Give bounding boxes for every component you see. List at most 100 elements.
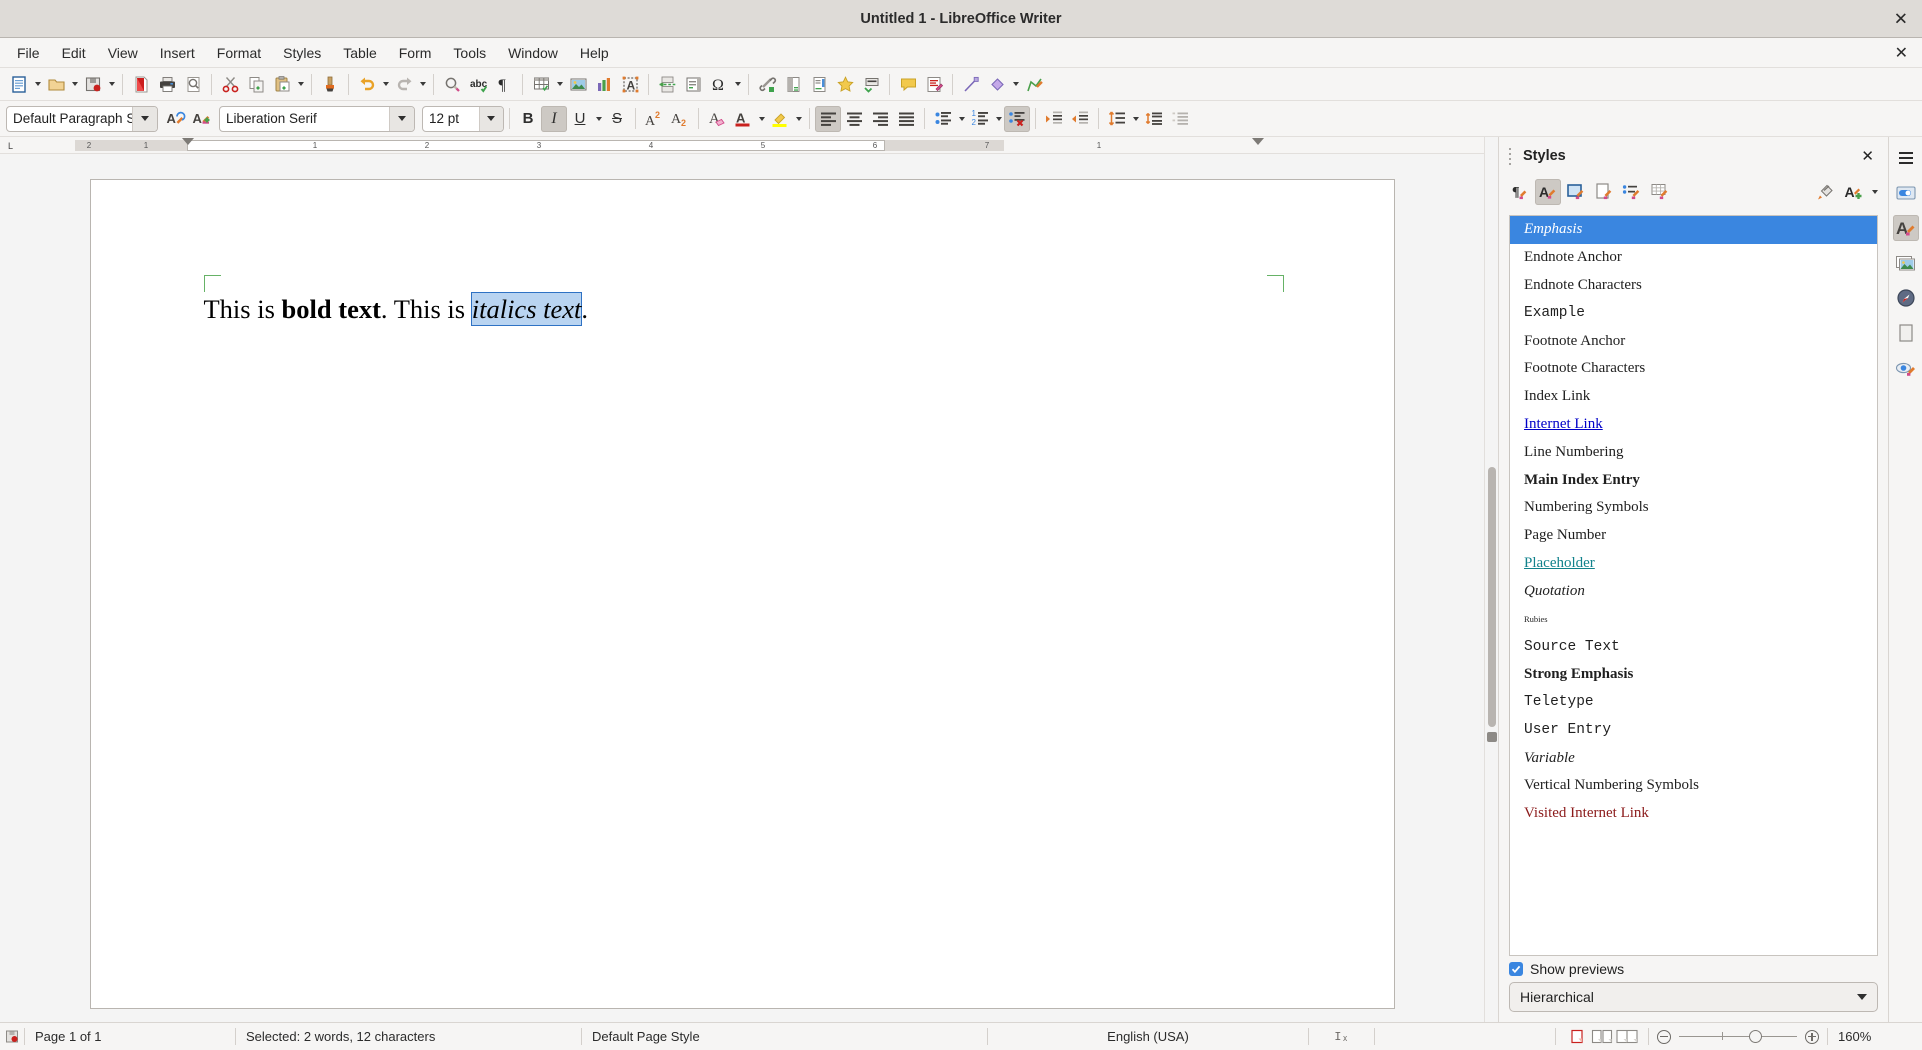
menu-item-edit[interactable]: Edit	[51, 41, 97, 65]
fill-format-mode-icon[interactable]	[1813, 179, 1839, 205]
insert-table-icon[interactable]	[528, 71, 554, 97]
font-color-icon[interactable]: A	[730, 106, 756, 132]
paragraph-style-value[interactable]: Default Paragraph Styl	[7, 107, 132, 131]
zoom-track[interactable]	[1679, 1036, 1797, 1037]
sidebar-settings-icon[interactable]	[1893, 145, 1919, 171]
subscript-icon[interactable]: A 2	[667, 106, 693, 132]
unordered-list-dropdown-chevron-down-icon[interactable]	[956, 106, 967, 132]
styles-deck-icon[interactable]: A	[1893, 215, 1919, 241]
menu-item-styles[interactable]: Styles	[272, 41, 332, 65]
align-left-icon[interactable]	[815, 106, 841, 132]
menu-item-view[interactable]: View	[97, 41, 149, 65]
menu-item-help[interactable]: Help	[569, 41, 620, 65]
page-styles-icon[interactable]	[1591, 179, 1617, 205]
insert-chart-icon[interactable]	[591, 71, 617, 97]
gallery-deck-icon[interactable]	[1893, 250, 1919, 276]
menu-item-table[interactable]: Table	[332, 41, 387, 65]
formatting-marks-icon[interactable]: ¶	[491, 71, 517, 97]
font-name-combobox[interactable]: Liberation Serif	[219, 106, 415, 132]
styles-actions-chevron-down-icon[interactable]	[1869, 179, 1880, 205]
increase-indent-icon[interactable]	[1041, 106, 1067, 132]
styles-panel-close-icon[interactable]: ✕	[1857, 145, 1878, 167]
style-list-item-page-number[interactable]: Page Number	[1510, 522, 1877, 550]
paste-icon[interactable]	[269, 71, 295, 97]
align-right-icon[interactable]	[867, 106, 893, 132]
insert-comment-icon[interactable]	[895, 71, 921, 97]
save-icon[interactable]	[80, 71, 106, 97]
underline-dropdown-chevron-down-icon[interactable]	[593, 106, 604, 132]
decrease-indent-icon[interactable]	[1067, 106, 1093, 132]
font-size-combobox[interactable]: 12 pt	[422, 106, 504, 132]
style-list-item-main-index-entry[interactable]: Main Index Entry	[1510, 466, 1877, 494]
italic-button[interactable]: I	[541, 106, 567, 132]
style-list-item-rubies[interactable]: Rubies	[1510, 605, 1877, 633]
open-icon[interactable]	[43, 71, 69, 97]
cross-reference-icon[interactable]	[858, 71, 884, 97]
new-style-from-selection-icon[interactable]: A	[189, 106, 215, 132]
paragraph-style-combobox[interactable]: Default Paragraph Styl	[6, 106, 158, 132]
style-list-item-vertical-numbering-symbols[interactable]: Vertical Numbering Symbols	[1510, 772, 1877, 800]
character-styles-list[interactable]: Emphasis Endnote Anchor Endnote Characte…	[1509, 215, 1878, 956]
view-book-icon[interactable]	[1616, 1027, 1638, 1047]
paragraph-settings-icon[interactable]	[1167, 106, 1193, 132]
paste-dropdown-chevron-down-icon[interactable]	[295, 71, 306, 97]
print-preview-icon[interactable]	[180, 71, 206, 97]
list-styles-icon[interactable]	[1619, 179, 1645, 205]
insert-hyperlink-icon[interactable]	[754, 71, 780, 97]
unordered-list-icon[interactable]	[930, 106, 956, 132]
insert-field-icon[interactable]	[680, 71, 706, 97]
show-draw-functions-icon[interactable]	[1021, 71, 1047, 97]
clear-direct-formatting-icon[interactable]: A	[704, 106, 730, 132]
zoom-level[interactable]: 160%	[1828, 1023, 1885, 1050]
insert-footnote-icon[interactable]	[780, 71, 806, 97]
character-styles-icon[interactable]: A	[1535, 179, 1561, 205]
insert-image-icon[interactable]	[565, 71, 591, 97]
export-pdf-icon[interactable]	[128, 71, 154, 97]
new-icon[interactable]	[6, 71, 32, 97]
menu-item-file[interactable]: File	[6, 41, 51, 65]
page-deck-icon[interactable]	[1893, 320, 1919, 346]
selection-mode-indicator[interactable]	[1375, 1023, 1555, 1050]
align-center-icon[interactable]	[841, 106, 867, 132]
insert-bookmark-icon[interactable]	[832, 71, 858, 97]
menu-item-window[interactable]: Window	[497, 41, 569, 65]
no-list-icon[interactable]	[1004, 106, 1030, 132]
font-name-value[interactable]: Liberation Serif	[220, 107, 389, 131]
track-changes-icon[interactable]	[921, 71, 947, 97]
menu-item-format[interactable]: Format	[206, 41, 272, 65]
superscript-icon[interactable]: A 2	[641, 106, 667, 132]
frame-styles-icon[interactable]	[1563, 179, 1589, 205]
redo-icon[interactable]	[391, 71, 417, 97]
strikethrough-button[interactable]: S	[604, 106, 630, 132]
style-list-item-footnote-characters[interactable]: Footnote Characters	[1510, 355, 1877, 383]
underline-button[interactable]: U	[567, 106, 593, 132]
undo-icon[interactable]	[354, 71, 380, 97]
open-dropdown-chevron-down-icon[interactable]	[69, 71, 80, 97]
style-list-item-footnote-anchor[interactable]: Footnote Anchor	[1510, 327, 1877, 355]
font-size-value[interactable]: 12 pt	[423, 107, 479, 131]
style-list-item-numbering-symbols[interactable]: Numbering Symbols	[1510, 494, 1877, 522]
text-run-italic-selected[interactable]: italics text	[472, 293, 582, 325]
basic-shapes-dropdown-chevron-down-icon[interactable]	[1010, 71, 1021, 97]
style-list-item-emphasis[interactable]: Emphasis	[1510, 216, 1877, 244]
new-style-from-selection-icon[interactable]: A	[1841, 179, 1867, 205]
style-inspector-deck-icon[interactable]	[1893, 355, 1919, 381]
ruler-first-line-indent-handle[interactable]	[182, 138, 194, 145]
navigator-deck-icon[interactable]	[1893, 285, 1919, 311]
ordered-list-dropdown-chevron-down-icon[interactable]	[993, 106, 1004, 132]
view-split-handle[interactable]	[1487, 732, 1497, 742]
undo-dropdown-chevron-down-icon[interactable]	[380, 71, 391, 97]
horizontal-ruler[interactable]: L 2 1 1 2 3 4 5 6 7 1	[0, 137, 1484, 154]
style-list-item-example[interactable]: Example	[1510, 299, 1877, 327]
insert-line-icon[interactable]	[958, 71, 984, 97]
zoom-knob[interactable]	[1749, 1030, 1762, 1043]
basic-shapes-icon[interactable]	[984, 71, 1010, 97]
styles-filter-dropdown[interactable]: Hierarchical	[1509, 982, 1878, 1012]
line-spacing-icon[interactable]	[1104, 106, 1130, 132]
document-close-icon[interactable]: ✕	[1895, 43, 1908, 63]
zoom-out-icon[interactable]	[1657, 1030, 1671, 1044]
print-icon[interactable]	[154, 71, 180, 97]
paragraph-spacing-icon[interactable]	[1141, 106, 1167, 132]
special-character-dropdown-chevron-down-icon[interactable]	[732, 71, 743, 97]
bold-button[interactable]: B	[515, 106, 541, 132]
